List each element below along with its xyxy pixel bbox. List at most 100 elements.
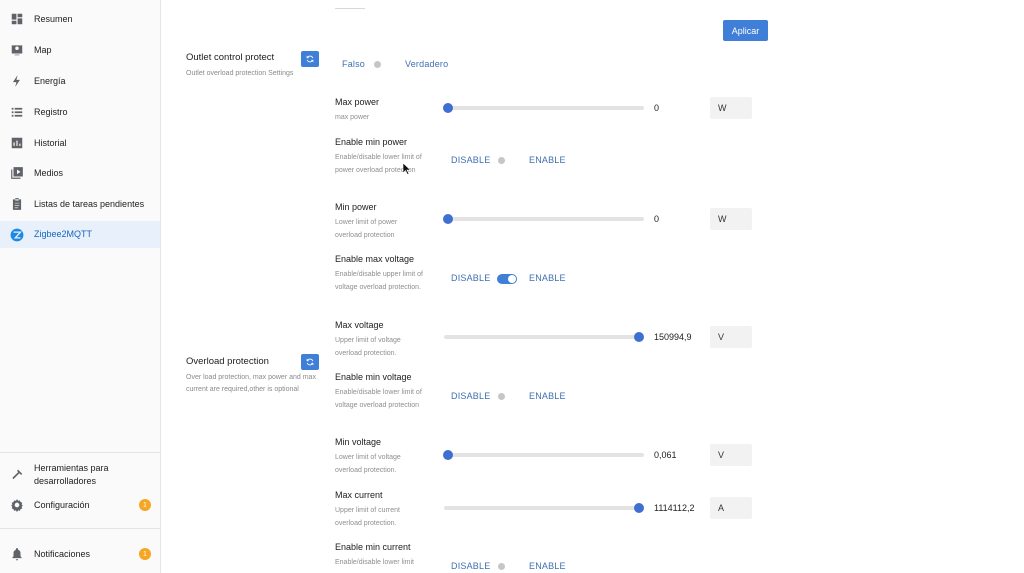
sidebar-item-notificaciones[interactable]: Notificaciones 1 xyxy=(0,540,160,568)
sidebar-item-historial[interactable]: Historial xyxy=(0,129,160,157)
enable-min-voltage-disable[interactable]: DISABLE xyxy=(451,391,490,401)
enable-min-power-title: Enable min power xyxy=(335,137,408,147)
min-power-title: Min power xyxy=(335,202,377,212)
max-voltage-slider[interactable] xyxy=(444,335,640,339)
max-current-title: Max current xyxy=(335,490,383,500)
chart-icon xyxy=(10,136,24,150)
enable-min-voltage-title: Enable min voltage xyxy=(335,372,412,382)
min-voltage-title: Min voltage xyxy=(335,437,382,447)
max-power-unit: W xyxy=(710,97,752,119)
min-voltage-slider[interactable] xyxy=(444,453,644,457)
overload-section-desc: Over load protection, max power and max … xyxy=(186,374,316,393)
media-icon xyxy=(10,166,24,180)
clipboard-icon xyxy=(10,197,24,211)
outlet-true-option[interactable]: Verdadero xyxy=(405,59,448,69)
max-current-desc: Upper limit of current overload protecti… xyxy=(335,507,400,527)
enable-min-current-enable[interactable]: ENABLE xyxy=(529,561,566,571)
notifications-badge: 1 xyxy=(139,548,151,560)
sidebar-item-dev-tools[interactable]: Herramientas para desarrolladores xyxy=(0,458,160,492)
min-power-value: 0 xyxy=(654,214,660,224)
enable-max-voltage-disable[interactable]: DISABLE xyxy=(451,273,490,283)
outlet-section-desc: Outlet overload protection Settings xyxy=(186,70,294,77)
enable-min-power-toggle[interactable] xyxy=(498,157,505,164)
zigbee-icon xyxy=(10,228,24,242)
outlet-refresh-button[interactable] xyxy=(301,51,319,67)
enable-min-power-desc: Enable/disable lower limit of power over… xyxy=(335,154,422,174)
overload-refresh-button[interactable] xyxy=(301,354,319,370)
max-voltage-desc: Upper limit of voltage overload protecti… xyxy=(335,337,401,357)
gear-icon xyxy=(10,498,24,512)
config-badge: 1 xyxy=(139,499,151,511)
sidebar-item-label: Notificaciones xyxy=(34,548,91,559)
sidebar-item-label: Historial xyxy=(34,137,67,148)
max-power-desc: max power xyxy=(335,114,370,121)
refresh-icon xyxy=(306,358,314,366)
max-voltage-value: 150994,9 xyxy=(654,332,692,342)
hammer-icon xyxy=(10,468,24,482)
min-power-unit: W xyxy=(710,208,752,230)
enable-min-current-title: Enable min current xyxy=(335,542,411,552)
min-voltage-slider-thumb[interactable] xyxy=(443,450,453,460)
enable-min-voltage-enable[interactable]: ENABLE xyxy=(529,391,566,401)
enable-max-voltage-desc: Enable/disable upper limit of voltage ov… xyxy=(335,271,423,291)
sidebar-item-label: Energía xyxy=(34,75,66,86)
outlet-section-title: Outlet control protect xyxy=(186,52,275,63)
toggle-knob xyxy=(508,275,516,283)
max-current-value: 1114112,2 xyxy=(654,503,695,513)
enable-max-voltage-title: Enable max voltage xyxy=(335,254,415,264)
outlet-false-option[interactable]: Falso xyxy=(342,59,365,69)
enable-max-voltage-toggle[interactable] xyxy=(497,274,517,284)
sidebar-item-registro[interactable]: Registro xyxy=(0,98,160,126)
max-voltage-slider-thumb[interactable] xyxy=(634,332,644,342)
enable-min-current-desc: Enable/disable lower limit xyxy=(335,559,414,566)
min-power-slider[interactable] xyxy=(444,217,644,221)
sidebar-divider xyxy=(0,452,160,453)
min-voltage-unit: V xyxy=(710,444,752,466)
divider xyxy=(335,8,365,9)
min-voltage-desc: Lower limit of voltage overload protecti… xyxy=(335,454,401,474)
mouse-cursor-icon xyxy=(403,163,411,175)
sidebar-item-map[interactable]: Map xyxy=(0,36,160,64)
max-power-title: Max power xyxy=(335,97,380,107)
sidebar-item-label: Medios xyxy=(34,167,64,178)
sidebar-item-zigbee2mqtt[interactable]: Zigbee2MQTT xyxy=(0,221,160,248)
max-current-slider[interactable] xyxy=(444,506,640,510)
sidebar-item-label: Map xyxy=(34,44,52,55)
sidebar-item-label: Listas de tareas pendientes xyxy=(34,198,145,209)
sidebar-item-configuracion[interactable]: Configuración 1 xyxy=(0,491,160,519)
max-current-slider-thumb[interactable] xyxy=(634,503,644,513)
sidebar-item-label: Herramientas para desarrolladores xyxy=(34,463,109,486)
enable-min-voltage-desc: Enable/disable lower limit of voltage ov… xyxy=(335,389,422,409)
enable-min-voltage-toggle[interactable] xyxy=(498,393,505,400)
min-power-slider-thumb[interactable] xyxy=(443,214,453,224)
max-power-slider-thumb[interactable] xyxy=(443,103,453,113)
list-icon xyxy=(10,105,24,119)
sidebar-item-energia[interactable]: Energía xyxy=(0,67,160,95)
enable-min-power-enable[interactable]: ENABLE xyxy=(529,155,566,165)
sidebar-item-listas[interactable]: Listas de tareas pendientes xyxy=(0,190,160,218)
map-icon xyxy=(10,43,24,57)
max-power-value: 0 xyxy=(654,103,660,113)
enable-min-current-disable[interactable]: DISABLE xyxy=(451,561,490,571)
min-power-desc: Lower limit of power overload protection xyxy=(335,219,398,239)
bell-icon xyxy=(10,547,24,561)
sidebar: Resumen Map Energía Registro Historial M… xyxy=(0,0,161,573)
sidebar-divider xyxy=(0,528,160,529)
max-voltage-unit: V xyxy=(710,326,752,348)
apply-button[interactable]: Aplicar xyxy=(723,20,768,41)
sidebar-item-resumen[interactable]: Resumen xyxy=(0,5,160,33)
min-voltage-value: 0,061 xyxy=(654,450,677,460)
dashboard-icon xyxy=(10,12,24,26)
sidebar-item-label: Configuración xyxy=(34,499,90,510)
sidebar-item-label: Registro xyxy=(34,106,68,117)
max-power-slider[interactable] xyxy=(444,106,644,110)
enable-min-power-disable[interactable]: DISABLE xyxy=(451,155,490,165)
lightning-icon xyxy=(10,74,24,88)
sidebar-item-label: Zigbee2MQTT xyxy=(34,229,93,239)
enable-max-voltage-enable[interactable]: ENABLE xyxy=(529,273,566,283)
outlet-toggle[interactable] xyxy=(374,61,381,68)
refresh-icon xyxy=(306,55,314,63)
enable-min-current-toggle[interactable] xyxy=(498,563,505,570)
max-current-unit: A xyxy=(710,497,752,519)
sidebar-item-medios[interactable]: Medios xyxy=(0,159,160,187)
